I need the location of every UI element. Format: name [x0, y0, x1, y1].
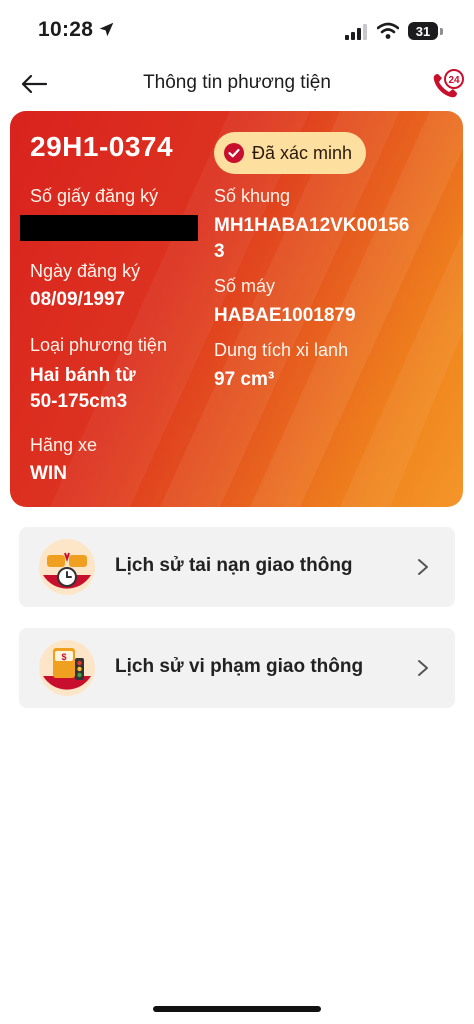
brand-label: Hãng xe	[30, 435, 98, 455]
reg-no-label: Số giấy đăng ký	[30, 186, 159, 206]
chassis-value-line1: MH1HABA12VK00156	[214, 215, 410, 236]
page-title: Thông tin phương tiện	[143, 72, 331, 93]
chevron-right-icon	[418, 660, 428, 676]
brand-value: WIN	[30, 463, 67, 484]
traffic-violation-icon: $	[39, 640, 95, 696]
hotline-24-icon[interactable]: 24	[430, 68, 464, 100]
vehicle-type-label: Loại phương tiện	[30, 335, 167, 355]
hotline-badge-text: 24	[448, 75, 460, 86]
vehicle-type-value-line2: 50-175cm3	[30, 391, 128, 412]
violation-history-row[interactable]: $ Lịch sử vi phạm giao thông	[19, 628, 455, 708]
wifi-icon	[377, 22, 399, 39]
engine-label: Số máy	[214, 276, 276, 296]
violation-history-label: Lịch sử vi phạm giao thông	[115, 656, 364, 677]
chevron-right-icon	[418, 559, 428, 575]
accident-history-row[interactable]: Lịch sử tai nạn giao thông	[19, 527, 455, 607]
battery-indicator: 31	[408, 22, 438, 40]
status-bar: 10:28 31	[0, 0, 474, 60]
capacity-value: 97 cm³	[214, 369, 275, 390]
check-circle-icon	[224, 143, 244, 163]
reg-date-label: Ngày đăng ký	[30, 261, 141, 281]
verified-label: Đã xác minh	[252, 142, 353, 163]
home-indicator[interactable]	[153, 1006, 321, 1012]
cellular-signal-icon	[345, 24, 367, 40]
battery-level: 31	[415, 23, 431, 39]
accident-history-label: Lịch sử tai nạn giao thông	[115, 555, 353, 576]
svg-text:$: $	[61, 652, 66, 662]
capacity-label: Dung tích xi lanh	[214, 340, 349, 360]
location-arrow-icon	[99, 22, 114, 37]
vehicle-info-card: 29H1-0374 Đã xác minh Số giấy đăng ký Ng…	[10, 111, 463, 507]
chassis-value-line2: 3	[214, 241, 225, 262]
battery-cap	[440, 28, 443, 35]
verified-badge: Đã xác minh	[214, 132, 367, 174]
engine-value: HABAE1001879	[214, 305, 356, 326]
reg-date-value: 08/09/1997	[30, 289, 126, 310]
car-accident-icon	[39, 539, 95, 595]
status-time: 10:28	[38, 18, 94, 41]
chassis-label: Số khung	[214, 186, 291, 206]
license-plate: 29H1-0374	[30, 131, 174, 162]
reg-no-redacted	[20, 215, 198, 241]
vehicle-type-value-line1: Hai bánh từ	[30, 365, 136, 386]
